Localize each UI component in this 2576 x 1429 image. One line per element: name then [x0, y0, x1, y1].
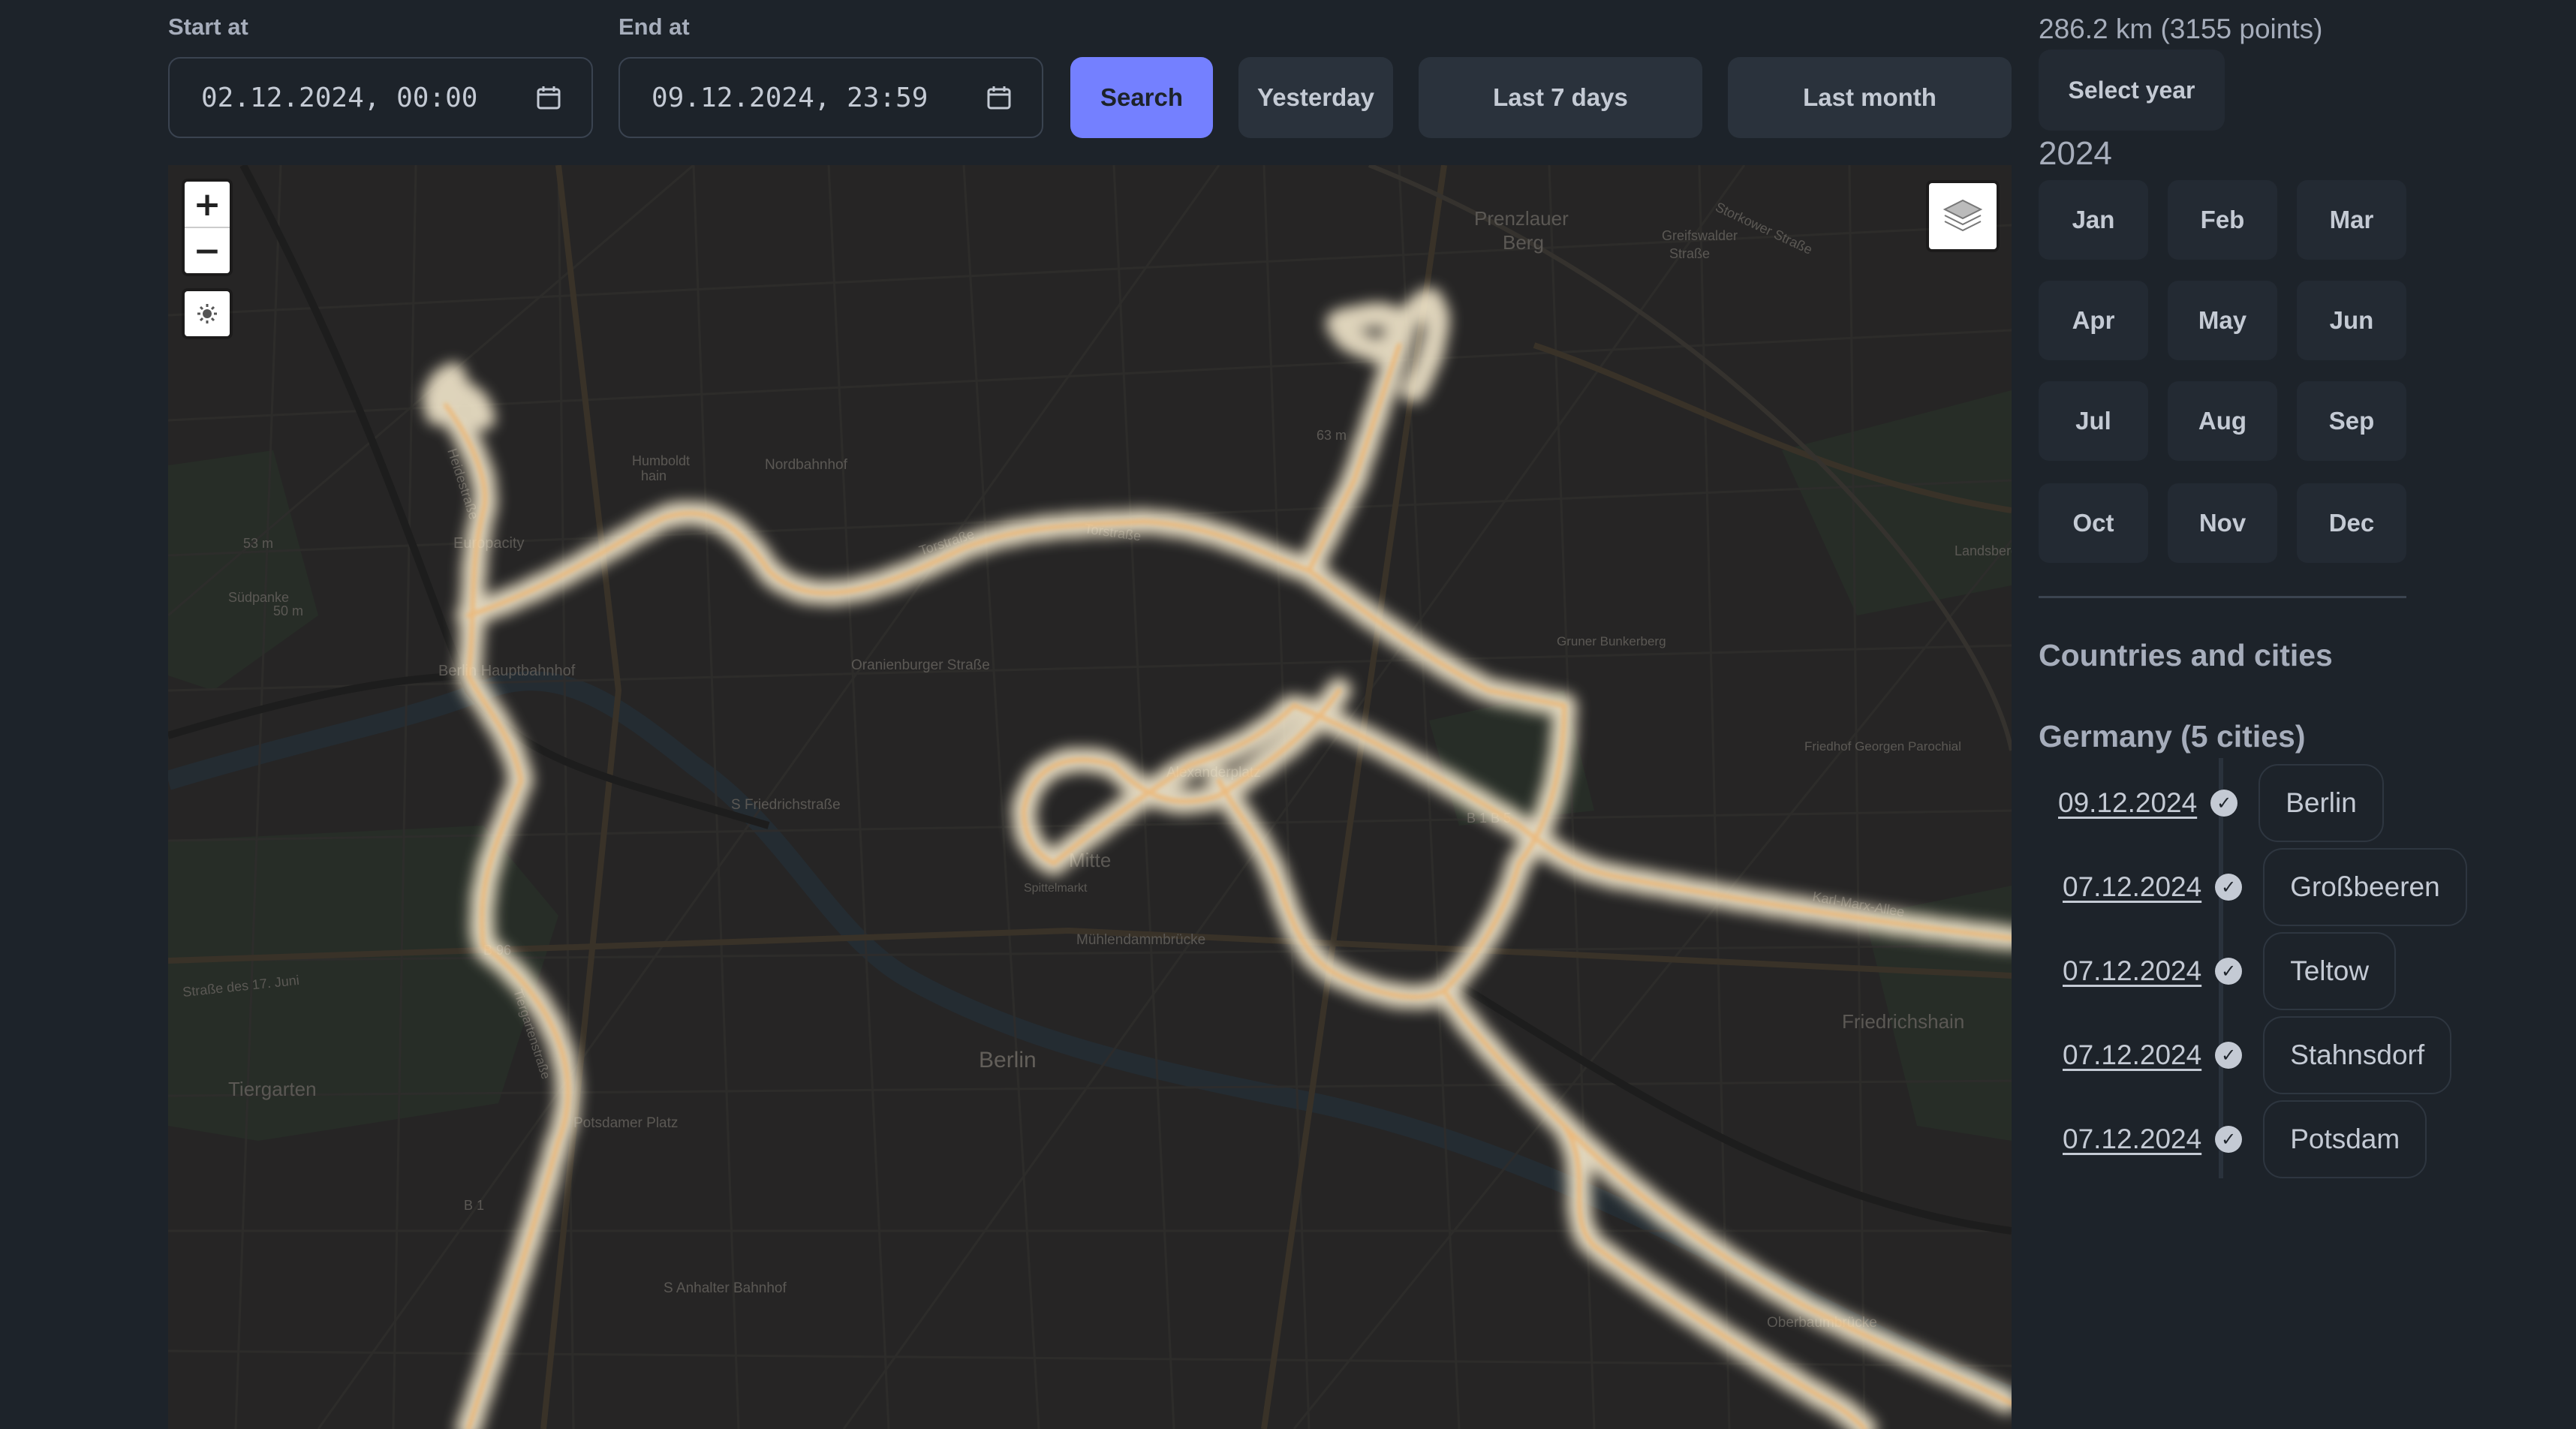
start-datetime-value: 02.12.2024, 00:00 — [201, 82, 478, 113]
end-datetime-value: 09.12.2024, 23:59 — [652, 82, 928, 113]
layers-button[interactable] — [1929, 183, 1997, 249]
month-button-mar[interactable]: Mar — [2297, 180, 2406, 260]
month-button-may[interactable]: May — [2168, 281, 2277, 360]
check-circle-icon: ✓ — [2215, 958, 2243, 985]
month-button-dec[interactable]: Dec — [2297, 483, 2406, 563]
city-date-link[interactable]: 07.12.2024 — [2063, 1039, 2201, 1071]
city-pill: Teltow — [2263, 932, 2397, 1010]
city-row: 09.12.2024 ✓ Berlin — [2058, 764, 2384, 842]
end-at-label: End at — [618, 14, 690, 40]
city-row: 07.12.2024 ✓ Großbeeren — [2063, 848, 2467, 926]
city-date-link[interactable]: 07.12.2024 — [2063, 871, 2201, 903]
select-year-button[interactable]: Select year — [2039, 50, 2225, 131]
zoom-out-button[interactable]: − — [185, 228, 230, 273]
month-button-jul[interactable]: Jul — [2039, 381, 2148, 461]
month-button-sep[interactable]: Sep — [2297, 381, 2406, 461]
month-button-jun[interactable]: Jun — [2297, 281, 2406, 360]
city-date-link[interactable]: 07.12.2024 — [2063, 1124, 2201, 1155]
search-button[interactable]: Search — [1070, 57, 1213, 138]
check-circle-icon: ✓ — [2215, 874, 2243, 901]
month-button-jan[interactable]: Jan — [2039, 180, 2148, 260]
zoom-in-button[interactable]: + — [185, 182, 230, 227]
check-circle-icon: ✓ — [2215, 1042, 2243, 1069]
city-date-link[interactable]: 07.12.2024 — [2063, 955, 2201, 987]
city-row: 07.12.2024 ✓ Teltow — [2063, 932, 2397, 1010]
theme-toggle-button[interactable] — [185, 291, 230, 336]
last-month-button[interactable]: Last month — [1728, 57, 2012, 138]
city-row: 07.12.2024 ✓ Potsdam — [2063, 1100, 2427, 1178]
map-view[interactable]: Prenzlauer Berg Greifswalder Straße Stor… — [168, 165, 2012, 1429]
month-button-feb[interactable]: Feb — [2168, 180, 2277, 260]
month-button-nov[interactable]: Nov — [2168, 483, 2277, 563]
yesterday-button[interactable]: Yesterday — [1238, 57, 1393, 138]
country-heading: Germany (5 cities) — [2039, 719, 2306, 754]
countries-heading: Countries and cities — [2039, 638, 2333, 672]
zoom-control: + − — [185, 182, 230, 273]
city-pill: Berlin — [2259, 764, 2384, 842]
calendar-icon[interactable] — [536, 85, 561, 110]
month-button-apr[interactable]: Apr — [2039, 281, 2148, 360]
selected-year: 2024 — [2039, 135, 2112, 172]
city-pill: Großbeeren — [2263, 848, 2467, 926]
calendar-icon[interactable] — [986, 85, 1012, 110]
city-date-link[interactable]: 09.12.2024 — [2058, 787, 2197, 819]
divider — [2039, 596, 2406, 598]
sun-icon — [197, 304, 217, 323]
month-button-aug[interactable]: Aug — [2168, 381, 2277, 461]
distance-summary: 286.2 km (3155 points) — [2039, 14, 2323, 44]
start-datetime-input[interactable]: 02.12.2024, 00:00 — [168, 57, 593, 138]
layers-icon — [1943, 199, 1983, 232]
map-canvas[interactable]: Prenzlauer Berg Greifswalder Straße Stor… — [168, 165, 2012, 1429]
last-7-days-button[interactable]: Last 7 days — [1419, 57, 1702, 138]
check-circle-icon: ✓ — [2210, 790, 2238, 817]
end-datetime-input[interactable]: 09.12.2024, 23:59 — [618, 57, 1043, 138]
check-circle-icon: ✓ — [2215, 1126, 2243, 1153]
month-button-oct[interactable]: Oct — [2039, 483, 2148, 563]
city-row: 07.12.2024 ✓ Stahnsdorf — [2063, 1016, 2452, 1094]
city-pill: Stahnsdorf — [2263, 1016, 2452, 1094]
start-at-label: Start at — [168, 14, 248, 40]
city-pill: Potsdam — [2263, 1100, 2427, 1178]
